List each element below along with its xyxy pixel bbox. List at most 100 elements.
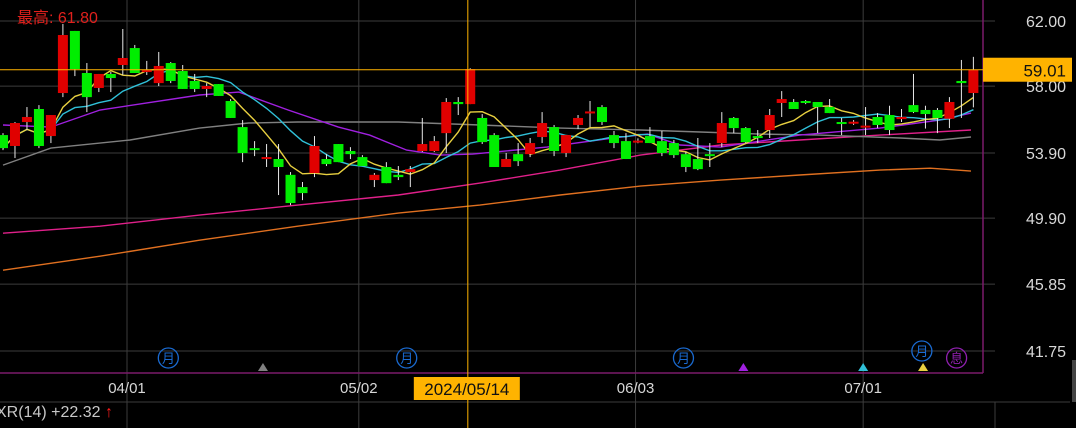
candle-up <box>896 116 907 120</box>
candle-down <box>920 109 931 115</box>
candle-down <box>812 101 823 108</box>
candle-down <box>297 187 308 194</box>
candle-up <box>561 135 572 153</box>
candle-up <box>573 117 584 125</box>
event-marker-glyph: 月 <box>915 345 928 360</box>
candle-down <box>884 115 895 131</box>
event-triangle-icon <box>858 363 869 371</box>
candle-down <box>644 136 655 144</box>
candle-down <box>381 167 392 184</box>
candle-up <box>716 123 727 144</box>
candle-up <box>93 73 104 88</box>
candle-down <box>333 144 344 163</box>
candle-down <box>69 30 80 70</box>
candle-up <box>141 70 152 73</box>
candle-up <box>45 115 56 137</box>
candle-up <box>860 125 871 128</box>
y-tick-label: 41.75 <box>1026 344 1066 361</box>
event-marker-glyph: 月 <box>162 352 175 367</box>
y-tick-label: 58.00 <box>1026 79 1066 96</box>
candle-down <box>908 105 919 113</box>
candle-down <box>872 116 883 125</box>
candle-down <box>345 151 356 155</box>
candle-down <box>692 159 703 170</box>
period-high-label: 最高: 61.80 <box>17 10 98 27</box>
ma5-line <box>2 68 974 176</box>
candle-up <box>465 69 476 105</box>
event-marker-glyph: 月 <box>400 352 413 367</box>
candle-down <box>105 73 116 79</box>
candle-up <box>764 115 775 131</box>
candle-down <box>668 143 679 156</box>
candle-up <box>21 116 32 123</box>
event-marker-glyph: 息 <box>950 351 963 367</box>
candle-up <box>153 65 164 84</box>
candle-down <box>489 135 500 168</box>
candle-down <box>620 141 631 160</box>
indicator-name: XR(14) <box>0 404 47 421</box>
candle-up <box>417 144 428 152</box>
y-tick-label: 62.00 <box>1026 14 1066 31</box>
candle-down <box>357 157 368 167</box>
indicator-value: +22.32 <box>51 404 101 421</box>
x-tick-label: 04/01 <box>108 380 146 397</box>
candle-up <box>57 35 68 94</box>
y-tick-label: 49.90 <box>1026 211 1066 228</box>
candle-down <box>728 117 739 129</box>
candle-up <box>632 140 643 143</box>
candle-down <box>656 141 667 153</box>
candle-down <box>0 135 8 149</box>
candle-up <box>776 99 787 103</box>
candle-down <box>165 63 176 81</box>
candle-down <box>740 128 751 143</box>
candle-down <box>513 154 524 162</box>
candle-down <box>752 136 763 139</box>
candle-down <box>225 101 236 118</box>
y-tick-label: 45.85 <box>1026 277 1066 294</box>
candle-down <box>824 107 835 114</box>
candle-up <box>369 174 380 181</box>
candle-down <box>597 107 607 123</box>
candle-up <box>968 69 979 94</box>
candle-down <box>477 117 488 143</box>
candle-up <box>848 121 859 124</box>
x-tick-label: 05/02 <box>340 380 378 397</box>
candle-down <box>800 101 811 104</box>
candle-down <box>956 80 967 84</box>
candle-up <box>261 157 272 160</box>
up-arrow-icon: ↑ <box>104 404 113 421</box>
candle-down <box>549 127 560 152</box>
candle-up <box>501 159 512 168</box>
candle-down <box>704 154 715 157</box>
candle-up <box>201 86 212 89</box>
candle-up <box>441 101 452 134</box>
candle-up <box>9 123 20 146</box>
y-tick-label: 53.90 <box>1026 146 1066 163</box>
candle-down <box>836 122 847 125</box>
candle-up <box>537 123 548 138</box>
candle-down <box>285 174 296 204</box>
event-triangle-icon <box>738 363 749 371</box>
x-tick-label: 07/01 <box>844 380 882 397</box>
candle-up <box>525 143 536 155</box>
candle-down <box>213 84 224 96</box>
candle-up <box>405 169 416 173</box>
candle-up <box>429 141 440 152</box>
candle-up <box>309 145 320 174</box>
candle-down <box>249 148 260 151</box>
ma10-line <box>2 69 974 174</box>
last-price-value: 59.01 <box>1023 62 1066 81</box>
x-tick-label: 06/03 <box>617 380 655 397</box>
candle-up <box>944 101 955 119</box>
vertical-scrollbar[interactable] <box>1072 360 1076 402</box>
event-triangle-icon <box>257 363 268 371</box>
candle-down <box>321 159 332 165</box>
candle-down <box>932 109 943 118</box>
candlestick-chart: 62.00 58.00 53.90 49.90 45.85 41.75 04/01 05/02… <box>0 0 1072 428</box>
event-marker-glyph: 月 <box>677 352 690 367</box>
crosshair-date: 2024/05/14 <box>424 380 509 399</box>
candle-down <box>608 135 619 144</box>
candle-down <box>788 101 799 109</box>
candle-down <box>273 159 284 168</box>
candle-down <box>237 127 248 153</box>
